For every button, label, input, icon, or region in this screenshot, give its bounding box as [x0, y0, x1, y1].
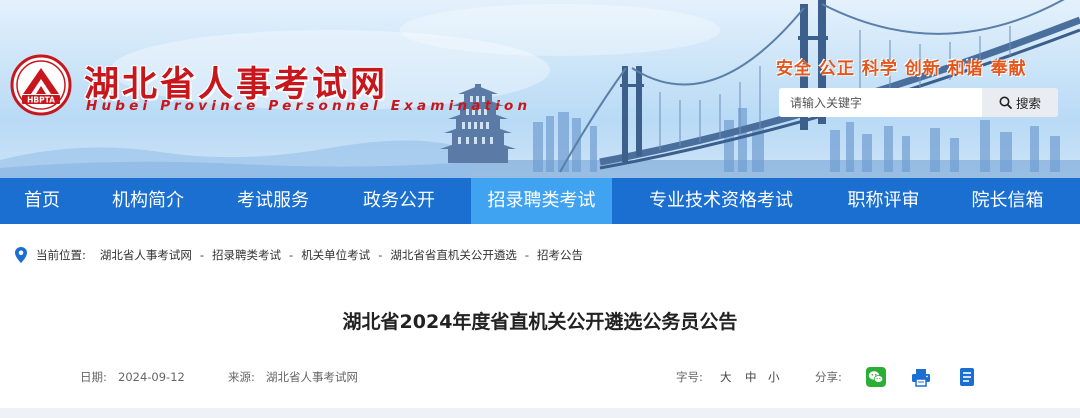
document-icon[interactable]: [957, 367, 977, 387]
nav-item-exam-services[interactable]: 考试服务: [212, 178, 334, 224]
font-size-small[interactable]: 小: [768, 367, 780, 387]
search-box: 搜索: [779, 88, 1058, 117]
breadcrumb-label: 当前位置:: [36, 248, 86, 262]
font-size-medium[interactable]: 中: [745, 367, 757, 387]
nav-item-director-mailbox[interactable]: 院长信箱: [945, 178, 1070, 224]
article-title: 湖北省2024年度省直机关公开遴选公务员公告: [342, 311, 738, 333]
nav-item-home[interactable]: 首页: [0, 178, 84, 224]
source-value: 湖北省人事考试网: [266, 370, 358, 384]
breadcrumb-separator: -: [378, 248, 383, 262]
header-banner: HBPTA 湖北省人事考试网 Hubei Province Personnel …: [0, 0, 1080, 178]
search-icon: [999, 96, 1012, 109]
font-size-large[interactable]: 大: [720, 367, 732, 387]
hbpta-logo[interactable]: HBPTA: [10, 54, 72, 116]
search-button-label: 搜索: [1015, 96, 1041, 111]
breadcrumb-item-selection[interactable]: 湖北省省直机关公开遴选: [390, 247, 517, 263]
main-nav: 首页 机构简介 考试服务 政务公开 招录聘类考试 专业技术资格考试 职称评审 院…: [0, 178, 1080, 224]
wechat-icon[interactable]: [866, 367, 886, 387]
breadcrumb-separator: -: [289, 248, 294, 262]
breadcrumb-item-home[interactable]: 湖北省人事考试网: [100, 247, 192, 263]
location-pin-icon: [15, 247, 27, 263]
nav-item-title-review[interactable]: 职称评审: [822, 178, 945, 224]
breadcrumb-separator: -: [524, 248, 529, 262]
nav-item-government-affairs[interactable]: 政务公开: [334, 178, 464, 224]
font-size-label: 字号:: [676, 370, 703, 384]
article-meta: 日期: 2024-09-12 来源: 湖北省人事考试网 字号: 大 中 小 分享…: [0, 367, 1080, 387]
share-label: 分享:: [815, 370, 842, 384]
nav-item-professional-qualification[interactable]: 专业技术资格考试: [620, 178, 822, 224]
print-icon[interactable]: [911, 367, 931, 387]
breadcrumb: 当前位置: 湖北省人事考试网 - 招录聘类考试 - 机关单位考试 - 湖北省省直…: [14, 246, 583, 264]
breadcrumb-separator: -: [199, 248, 205, 262]
logo-abbr: HBPTA: [27, 96, 55, 105]
breadcrumb-item-announcements[interactable]: 招考公告: [537, 247, 583, 263]
nav-item-about[interactable]: 机构简介: [84, 178, 212, 224]
breadcrumb-item-recruitment[interactable]: 招录聘类考试: [212, 247, 281, 263]
search-button[interactable]: 搜索: [982, 88, 1058, 117]
date-label: 日期:: [80, 370, 107, 384]
source-label: 来源:: [228, 370, 255, 384]
content-divider: [0, 408, 1080, 418]
search-input[interactable]: [779, 88, 982, 117]
site-slogan: 安全 公正 科学 创新 和谐 奉献: [776, 59, 1027, 79]
site-title-english: Hubei Province Personnel Examination: [86, 98, 532, 114]
publish-date: 2024-09-12: [118, 370, 185, 384]
breadcrumb-item-agency-exams[interactable]: 机关单位考试: [301, 247, 370, 263]
nav-item-recruitment-exams[interactable]: 招录聘类考试: [471, 178, 612, 224]
